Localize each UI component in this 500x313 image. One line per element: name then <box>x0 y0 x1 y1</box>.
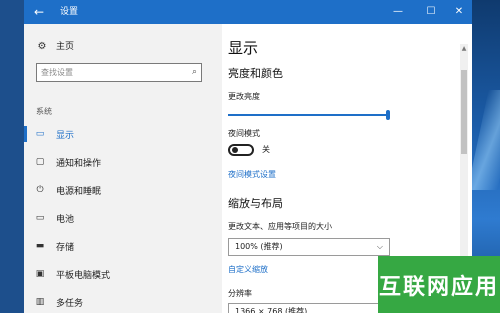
section-label: 系统 <box>36 107 52 116</box>
scale-section-title: 缩放与布局 <box>228 197 283 210</box>
sidebar-item-storage[interactable]: ▬ 存储 <box>24 234 222 258</box>
brightness-section-title: 亮度和颜色 <box>228 67 283 80</box>
toggle-knob <box>232 147 238 153</box>
back-arrow-icon[interactable]: ← <box>24 0 54 24</box>
sidebar-item-label: 电源和睡眠 <box>56 186 102 197</box>
sidebar-item-label: 显示 <box>56 130 75 141</box>
sidebar-item-tablet-mode[interactable]: ▣ 平板电脑模式 <box>24 262 222 286</box>
watermark-logo: 互联网应用 <box>378 256 500 313</box>
title-bar: ← 设置 — ☐ ✕ <box>24 0 472 24</box>
sidebar-item-label: 电池 <box>56 214 75 225</box>
resolution-dropdown[interactable]: 1366 × 768 (推荐) <box>228 303 390 313</box>
sidebar-item-label: 通知和操作 <box>56 158 102 169</box>
sidebar-item-notifications[interactable]: ▢ 通知和操作 <box>24 150 222 174</box>
display-icon: ▭ <box>35 129 45 139</box>
chevron-down-icon: ⌵ <box>376 242 383 251</box>
sidebar-item-label: 多任务 <box>56 298 84 309</box>
storage-icon: ▬ <box>35 241 45 251</box>
sidebar-item-battery[interactable]: ▭ 电池 <box>24 206 222 230</box>
brightness-label: 更改亮度 <box>228 92 260 101</box>
tablet-mode-icon: ▣ <box>35 269 45 279</box>
minimize-button[interactable]: — <box>385 0 411 24</box>
scroll-up-icon[interactable]: ▲ <box>460 44 468 54</box>
night-mode-label: 夜间模式 <box>228 129 260 138</box>
sidebar-item-power[interactable]: ⏻ 电源和睡眠 <box>24 178 222 202</box>
search-box[interactable]: ⌕ <box>36 63 202 82</box>
battery-icon: ▭ <box>35 213 45 223</box>
sidebar-item-display[interactable]: ▭ 显示 <box>24 122 222 146</box>
power-icon: ⏻ <box>36 185 44 195</box>
gear-icon: ⚙ <box>37 41 47 52</box>
resolution-value: 1366 × 768 (推荐) <box>235 307 308 313</box>
window-title: 设置 <box>60 7 79 17</box>
resolution-label: 分辨率 <box>228 289 252 298</box>
scale-label: 更改文本、应用等项目的大小 <box>228 222 332 231</box>
search-input[interactable] <box>41 66 181 79</box>
search-icon[interactable]: ⌕ <box>192 66 197 79</box>
watermark-text: 互联网应用 <box>378 273 499 300</box>
page-title: 显示 <box>228 39 259 57</box>
home-label: 主页 <box>56 42 75 52</box>
maximize-button[interactable]: ☐ <box>418 0 444 24</box>
sidebar-item-label: 平板电脑模式 <box>56 270 111 281</box>
custom-scale-link[interactable]: 自定义缩放 <box>228 264 268 275</box>
sidebar-item-multitasking[interactable]: ▥ 多任务 <box>24 290 222 313</box>
scrollbar-thumb[interactable] <box>461 70 467 154</box>
close-button[interactable]: ✕ <box>446 0 472 24</box>
brightness-slider[interactable] <box>228 110 390 120</box>
slider-thumb[interactable] <box>386 110 390 120</box>
sidebar: ⚙ 主页 ⌕ 系统 ▭ 显示 ▢ 通知和操作 ⏻ 电源和睡眠 ▭ 电池 ▬ 存储 <box>24 24 222 313</box>
night-mode-state: 关 <box>262 145 270 154</box>
night-mode-toggle[interactable] <box>228 144 254 156</box>
scale-value: 100% (推荐) <box>235 242 283 251</box>
sidebar-item-label: 存储 <box>56 242 75 253</box>
notification-icon: ▢ <box>35 157 45 167</box>
slider-track <box>228 114 390 116</box>
multitasking-icon: ▥ <box>35 297 45 307</box>
night-mode-settings-link[interactable]: 夜间模式设置 <box>228 169 276 180</box>
home-link[interactable]: ⚙ 主页 <box>36 40 75 54</box>
scale-dropdown[interactable]: 100% (推荐) ⌵ <box>228 238 390 256</box>
